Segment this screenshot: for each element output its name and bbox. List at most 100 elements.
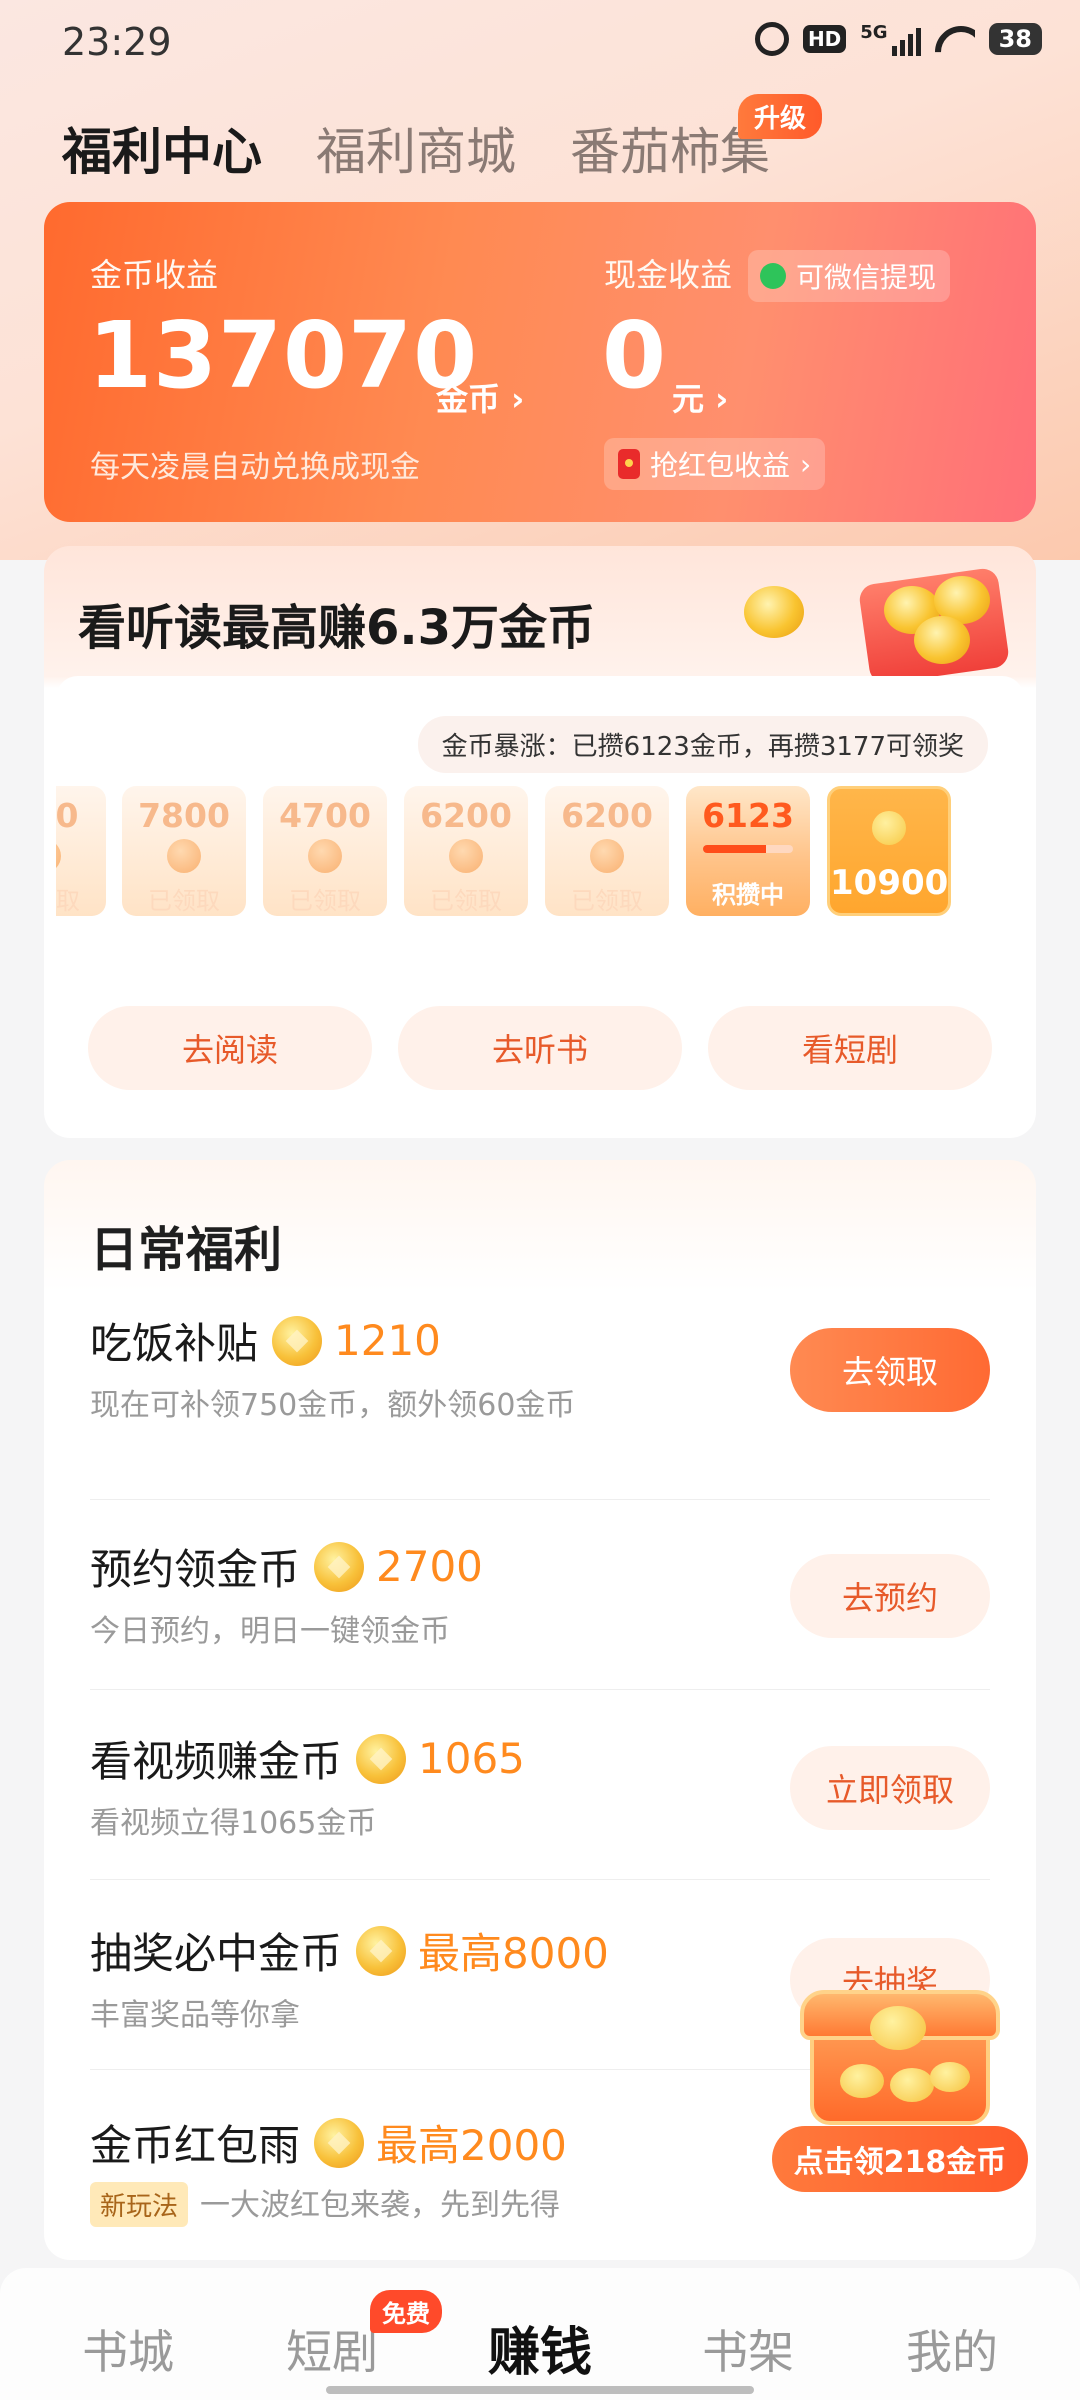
item-coin-value: 最高8000 <box>418 1929 609 1978</box>
reward-step: 300 已领取 <box>56 786 106 916</box>
reward-step-value: 7800 <box>138 796 230 835</box>
coin-earnings-label: 金币收益 <box>90 256 219 294</box>
reading-rewards-title: 看听读最高赚6.3万金币 <box>78 600 596 656</box>
wechat-icon <box>760 263 786 289</box>
item-subtitle: 看视频立得1065金币 <box>90 1806 377 1841</box>
hd-icon: HD <box>802 25 847 53</box>
claim-now-button[interactable]: 立即领取 <box>790 1746 990 1830</box>
wifi-icon <box>935 24 975 54</box>
reward-step: 7800 已领取 <box>122 786 246 916</box>
network-label: 5G <box>860 22 888 43</box>
reading-rewards-card: 看听读最高赚6.3万金币 金币暴涨：已攒6123金币，再攒3177可领奖 300… <box>44 546 1036 1138</box>
cash-earnings-label: 现金收益 <box>604 256 733 294</box>
item-coin-value: 1210 <box>334 1316 441 1365</box>
status-bar: 23:29 HD 5G 38 <box>0 0 1080 90</box>
coin-icon <box>872 811 906 845</box>
claim-meal-subsidy-button[interactable]: 去领取 <box>790 1328 990 1412</box>
signal-icon <box>891 22 921 56</box>
cash-unit-label: 元 <box>672 380 705 418</box>
reward-step-final[interactable]: 10900 <box>827 786 951 916</box>
top-tabs: 福利中心 福利商城 番茄柿集 <box>62 112 770 184</box>
coin-icon <box>56 839 61 873</box>
coin-icon <box>314 1541 365 1592</box>
home-indicator <box>326 2386 754 2394</box>
coin-icon <box>590 839 624 873</box>
item-title: 看视频赚金币 <box>90 1737 343 1786</box>
claim-coins-float-button[interactable]: 点击领218金币 <box>772 2126 1028 2192</box>
reward-step-status: 已领取 <box>571 887 643 915</box>
free-badge: 免费 <box>370 2290 442 2333</box>
coin-icon <box>449 839 483 873</box>
reward-step-value: 6200 <box>561 796 653 835</box>
reserve-button[interactable]: 去预约 <box>790 1554 990 1638</box>
nav-mine[interactable]: 我的 <box>882 2316 1022 2382</box>
chevron-right-icon: › <box>511 380 525 418</box>
reading-progress-panel: 金币暴涨：已攒6123金币，再攒3177可领奖 300 已领取 7800 已领取 4… <box>56 676 1024 1126</box>
coin-earnings-value[interactable]: 137070 <box>88 302 478 409</box>
coin-icon <box>314 2117 365 2168</box>
reward-step: 6200 已领取 <box>404 786 528 916</box>
chevron-right-icon: › <box>800 447 812 481</box>
status-time: 23:29 <box>62 20 172 64</box>
battery-icon: 38 <box>988 23 1042 55</box>
nav-bookstore[interactable]: 书城 <box>58 2316 198 2382</box>
accumulation-progress-bar <box>703 845 793 853</box>
reward-step-status: 已领取 <box>289 887 361 915</box>
reward-steps: 300 已领取 7800 已领取 4700 已领取 6200 已领取 6200 已领取 6… <box>56 786 1024 918</box>
gift-coins-icon <box>744 546 1024 696</box>
bottom-nav: 书城 短剧 赚钱 书架 我的 <box>0 2268 1080 2400</box>
coin-icon <box>167 839 201 873</box>
reward-step-current: 6123 积攒中 <box>686 786 810 916</box>
reward-step-status: 已领取 <box>56 887 80 915</box>
coin-unit-label: 金币 <box>436 380 501 418</box>
item-subtitle: 丰富奖品等你拿 <box>90 1998 300 2033</box>
item-subtitle: 现在可补领750金币，额外领60金币 <box>90 1388 576 1423</box>
item-coin-value: 2700 <box>376 1542 483 1591</box>
alarm-icon <box>754 22 789 56</box>
wechat-withdraw-badge[interactable]: 可微信提现 <box>748 250 951 302</box>
go-listen-button[interactable]: 去听书 <box>398 1006 682 1090</box>
reward-step: 4700 已领取 <box>263 786 387 916</box>
coin-icon <box>308 839 342 873</box>
reward-step-value: 300 <box>56 796 79 835</box>
item-title: 预约领金币 <box>90 1545 301 1594</box>
status-icons: HD 5G 38 <box>754 22 1042 56</box>
reward-step-status: 已领取 <box>148 887 220 915</box>
new-play-tag: 新玩法 <box>90 2182 189 2227</box>
nav-earn[interactable]: 赚钱 <box>470 2310 610 2385</box>
coin-exchange-note: 每天凌晨自动兑换成现金 <box>90 450 420 485</box>
red-packet-icon <box>618 449 640 479</box>
item-title: 金币红包雨 <box>90 2121 301 2170</box>
coin-icon <box>272 1315 323 1366</box>
item-coin-value: 1065 <box>418 1734 525 1783</box>
reward-step-status: 积攒中 <box>712 881 784 909</box>
item-coin-value: 最高2000 <box>376 2121 567 2170</box>
tab-welfare-mall[interactable]: 福利商城 <box>316 112 516 184</box>
item-subtitle: 今日预约，明日一键领金币 <box>90 1614 450 1649</box>
item-title: 吃饭补贴 <box>90 1319 259 1368</box>
go-read-button[interactable]: 去阅读 <box>88 1006 372 1090</box>
list-item: 看视频赚金币 1065 看视频立得1065金币 立即领取 <box>90 1690 990 1880</box>
chevron-right-icon: › <box>715 380 729 418</box>
hongbao-earnings-label: 抢红包收益 <box>650 449 791 482</box>
reading-actions: 去阅读 去听书 看短剧 <box>88 1006 992 1090</box>
reward-step: 6200 已领取 <box>545 786 669 916</box>
cash-earnings-value[interactable]: 0 <box>602 302 667 409</box>
reward-step-value: 6200 <box>420 796 512 835</box>
reward-step-value: 10900 <box>830 863 949 903</box>
coin-unit[interactable]: 金币 › <box>436 374 524 420</box>
tab-welfare-center[interactable]: 福利中心 <box>62 112 262 184</box>
watch-drama-button[interactable]: 看短剧 <box>708 1006 992 1090</box>
wechat-withdraw-label: 可微信提现 <box>796 261 937 294</box>
earnings-card: 金币收益 137070 金币 › 每天凌晨自动兑换成现金 现金收益 可微信提现 … <box>44 202 1036 522</box>
list-item: 吃饭补贴 1210 现在可补领750金币，额外领60金币 去领取 <box>90 1310 990 1500</box>
reward-step-value: 4700 <box>279 796 371 835</box>
cash-unit[interactable]: 元 › <box>672 374 728 420</box>
treasure-chest-icon[interactable] <box>790 1990 1010 2130</box>
daily-benefits-title: 日常福利 <box>90 1222 283 1278</box>
coin-surge-tip: 金币暴涨：已攒6123金币，再攒3177可领奖 <box>417 716 988 773</box>
nav-bookshelf[interactable]: 书架 <box>678 2316 818 2382</box>
upgrade-badge: 升级 <box>738 94 823 139</box>
hongbao-earnings-button[interactable]: 抢红包收益 › <box>604 438 826 490</box>
item-subtitle: 一大波红包来袭，先到先得 <box>200 2188 561 2223</box>
